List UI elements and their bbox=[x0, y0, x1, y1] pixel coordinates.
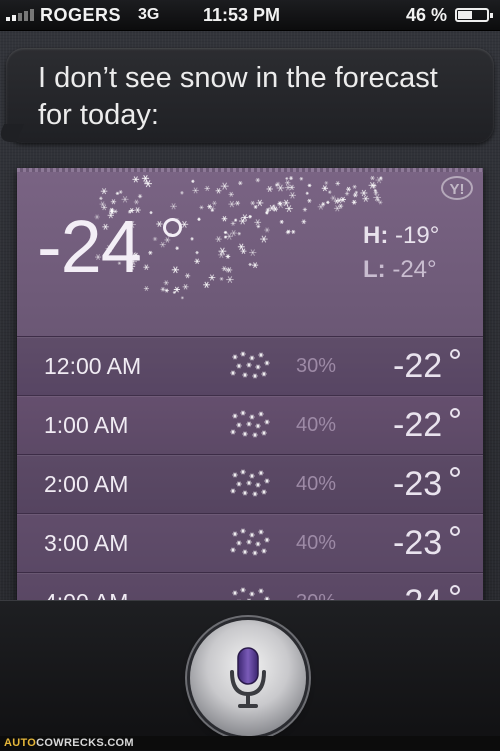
low-label: L: bbox=[363, 256, 386, 283]
hour-time: 2:00 AM bbox=[44, 471, 128, 498]
low-temperature: L: -24° bbox=[363, 256, 437, 284]
weather-card[interactable]: Y! -24 H: -19° L: -24° 12:00 AM 30% -22 … bbox=[17, 168, 483, 608]
battery-percent: 46 % bbox=[406, 5, 447, 26]
hourly-row: 3:00 AM 40% -23 bbox=[17, 513, 483, 572]
site-watermark: AUTOCOWRECKS.COM bbox=[4, 737, 134, 749]
high-label: H: bbox=[363, 222, 388, 249]
hour-temperature: -23 bbox=[393, 524, 442, 563]
degree-symbol-icon bbox=[450, 467, 460, 477]
microphone-icon bbox=[228, 646, 268, 712]
current-temperature: -24 bbox=[37, 204, 141, 289]
network-type: 3G bbox=[138, 6, 159, 24]
hourly-row: 1:00 AM 40% -22 bbox=[17, 395, 483, 454]
hour-time: 3:00 AM bbox=[44, 530, 128, 557]
signal-strength-icon bbox=[6, 9, 34, 21]
degree-symbol-icon bbox=[450, 408, 460, 418]
carrier-name: ROGERS bbox=[40, 5, 121, 26]
hourly-row: 2:00 AM 40% -23 bbox=[17, 454, 483, 513]
degree-symbol-icon bbox=[163, 218, 182, 237]
hour-temperature: -22 bbox=[393, 347, 442, 386]
low-value: -24° bbox=[392, 256, 436, 283]
snow-icon bbox=[227, 467, 273, 501]
status-clock: 11:53 PM bbox=[203, 5, 280, 26]
battery-icon bbox=[455, 8, 489, 22]
degree-symbol-icon bbox=[450, 526, 460, 536]
snow-icon bbox=[227, 349, 273, 383]
hourly-row: 12:00 AM 30% -22 bbox=[17, 336, 483, 395]
snow-icon bbox=[227, 408, 273, 442]
high-value: -19° bbox=[395, 222, 439, 249]
status-bar: ROGERS 3G 11:53 PM 46 % bbox=[0, 0, 500, 31]
precip-chance: 40% bbox=[296, 473, 336, 496]
siri-response-bubble: I don’t see snow in the forecast for tod… bbox=[6, 48, 494, 143]
hour-temperature: -23 bbox=[393, 465, 442, 504]
precip-chance: 40% bbox=[296, 532, 336, 555]
watermark-strip: AUTOCOWRECKS.COM bbox=[0, 736, 500, 750]
hour-time: 12:00 AM bbox=[44, 353, 141, 380]
precip-chance: 30% bbox=[296, 355, 336, 378]
siri-response-text: I don’t see snow in the forecast for tod… bbox=[38, 60, 478, 134]
precip-chance: 40% bbox=[296, 414, 336, 437]
siri-mic-button[interactable] bbox=[190, 620, 306, 736]
degree-symbol-icon bbox=[450, 585, 460, 595]
high-temperature: H: -19° bbox=[363, 222, 439, 250]
degree-symbol-icon bbox=[450, 349, 460, 359]
snow-icon bbox=[227, 526, 273, 560]
hour-temperature: -22 bbox=[393, 406, 442, 445]
yahoo-logo-icon[interactable]: Y! bbox=[441, 176, 473, 200]
hour-time: 1:00 AM bbox=[44, 412, 128, 439]
